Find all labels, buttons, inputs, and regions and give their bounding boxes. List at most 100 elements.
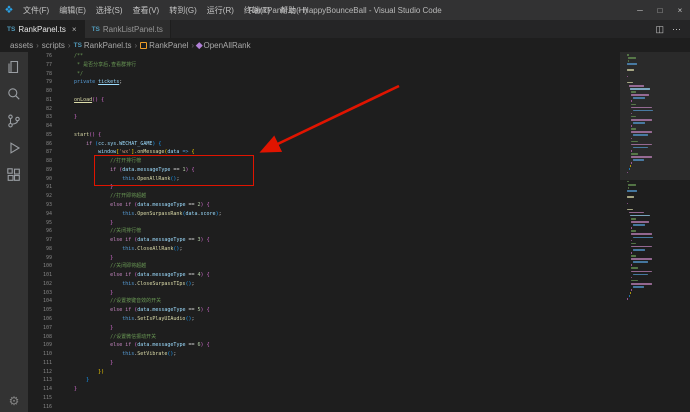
breadcrumb-class[interactable]: RankPanel	[140, 41, 188, 50]
breadcrumb-scripts[interactable]: scripts	[42, 41, 65, 50]
code-line[interactable]: 89 if (data.messageType == 1) {	[28, 166, 620, 175]
breadcrumb-method[interactable]: OpenAllRank	[196, 41, 251, 50]
code-line[interactable]: 86 if (cc.sys.WECHAT_GAME) {	[28, 140, 620, 149]
code-line[interactable]: 93 else if (data.messageType == 2) {	[28, 201, 620, 210]
explorer-icon[interactable]	[2, 55, 26, 79]
line-number: 109	[42, 342, 52, 349]
code-line[interactable]: 114 }	[28, 385, 620, 394]
window-title: RankPanel.ts - HappyBounceBall - Visual …	[248, 5, 442, 15]
menu-file[interactable]: 文件(F)	[18, 5, 54, 16]
code-line[interactable]: 100 //关闭即将超越	[28, 262, 620, 271]
code-line[interactable]: 88 //打开排行榜	[28, 157, 620, 166]
code-line[interactable]: 81 onLoad() {	[28, 96, 620, 105]
code-line[interactable]: 87 window['wx'].onMessage(data => {	[28, 148, 620, 157]
window-controls: ─ □ ×	[630, 0, 690, 20]
line-number: 76	[45, 53, 52, 59]
close-window-button[interactable]: ×	[670, 0, 690, 20]
code-line[interactable]: 101 else if (data.messageType == 4) {	[28, 271, 620, 280]
maximize-button[interactable]: □	[650, 0, 670, 20]
code-line[interactable]: 91 }	[28, 183, 620, 192]
split-editor-icon[interactable]: ◫	[655, 24, 664, 35]
line-number: 105	[42, 307, 52, 314]
code-line[interactable]: 108 //设置微信振动开关	[28, 333, 620, 342]
breadcrumb-separator: ›	[134, 40, 138, 50]
breadcrumb: assets › scripts › TS RankPanel.ts › Ran…	[0, 38, 690, 52]
code-line[interactable]: 79 private tickets;	[28, 78, 620, 87]
line-number: 116	[42, 403, 52, 410]
code-line[interactable]: 96 //关闭排行榜	[28, 227, 620, 236]
line-number: 79	[45, 79, 52, 86]
code-line[interactable]: 85 start() {	[28, 131, 620, 140]
code-line[interactable]: 98 this.CloseAllRank();	[28, 245, 620, 254]
window-titlebar: ❖ 文件(F) 编辑(E) 选择(S) 查看(V) 转到(G) 运行(R) 终端…	[0, 0, 690, 20]
code-line[interactable]: 94 this.OpenSurpassRank(data.score);	[28, 210, 620, 219]
line-number: 102	[42, 280, 52, 287]
code-line[interactable]: 90 this.OpenAllRank();	[28, 175, 620, 184]
close-tab-icon[interactable]: ×	[72, 25, 77, 34]
run-debug-icon[interactable]	[2, 136, 26, 160]
code-line[interactable]: 76 /**	[28, 52, 620, 61]
code-line[interactable]: 97 else if (data.messageType == 3) {	[28, 236, 620, 245]
code-line[interactable]: 102 this.CloseSurpassTIps();	[28, 280, 620, 289]
minimap[interactable]	[620, 52, 690, 412]
line-number: 107	[42, 324, 52, 331]
code-line[interactable]: 80	[28, 87, 620, 96]
menu-edit[interactable]: 编辑(E)	[54, 5, 91, 16]
method-symbol-icon	[196, 41, 203, 49]
extensions-icon[interactable]	[2, 163, 26, 187]
code-line[interactable]: 109 else if (data.messageType == 6) {	[28, 341, 620, 350]
code-line[interactable]: 92 //打开即将超越	[28, 192, 620, 201]
code-line[interactable]: 111 }	[28, 359, 620, 368]
line-number: 83	[45, 114, 52, 121]
code-line[interactable]: 78 */	[28, 70, 620, 79]
code-line[interactable]: 110 this.SetVibrate();	[28, 350, 620, 359]
settings-gear-icon[interactable]: ⚙	[9, 394, 20, 408]
code-area: 76 /** 77 * 是否分享后,查看群排行 78 */79 private ti…	[28, 52, 620, 411]
code-line[interactable]: 95 }	[28, 219, 620, 228]
line-number: 89	[45, 166, 52, 173]
line-number: 85	[45, 131, 52, 138]
source-control-icon[interactable]	[2, 109, 26, 133]
tab-ranklistpanel[interactable]: TS RankListPanel.ts	[84, 20, 171, 38]
more-actions-icon[interactable]: ⋯	[672, 24, 681, 35]
menu-run[interactable]: 运行(R)	[202, 5, 239, 16]
typescript-file-icon: TS	[91, 25, 100, 33]
code-line[interactable]: 77 * 是否分享后,查看群排行	[28, 61, 620, 70]
code-line[interactable]: 83 }	[28, 113, 620, 122]
code-line[interactable]: 115	[28, 394, 620, 403]
line-number: 95	[45, 219, 52, 226]
line-number: 113	[42, 377, 52, 384]
line-number: 111	[42, 359, 52, 366]
code-line[interactable]: 116	[28, 403, 620, 412]
code-line[interactable]: 113 }	[28, 376, 620, 385]
code-line[interactable]: 105 else if (data.messageType == 5) {	[28, 306, 620, 315]
line-number: 115	[42, 394, 52, 401]
line-number: 100	[42, 263, 52, 270]
code-line[interactable]: 103 }	[28, 289, 620, 298]
minimize-button[interactable]: ─	[630, 0, 650, 20]
editor-actions: ◫ ⋯	[655, 20, 690, 38]
typescript-file-icon: TS	[7, 25, 16, 33]
menu-go[interactable]: 转到(G)	[164, 5, 202, 16]
code-line[interactable]: 84	[28, 122, 620, 131]
code-line[interactable]: 104 //设置按键音效的开关	[28, 297, 620, 306]
breadcrumb-file[interactable]: TS RankPanel.ts	[74, 41, 132, 50]
code-line[interactable]: 107 }	[28, 324, 620, 333]
breadcrumb-assets[interactable]: assets	[10, 41, 33, 50]
menu-view[interactable]: 查看(V)	[128, 5, 165, 16]
search-icon[interactable]	[2, 82, 26, 106]
code-line[interactable]: 99 }	[28, 254, 620, 263]
line-number: 96	[45, 228, 52, 235]
code-editor[interactable]: 76 /** 77 * 是否分享后,查看群排行 78 */79 private ti…	[28, 52, 620, 412]
line-number: 80	[45, 88, 52, 95]
code-line[interactable]: 106 this.SetIsPlayUIAudio();	[28, 315, 620, 324]
menu-selection[interactable]: 选择(S)	[91, 5, 128, 16]
line-number: 99	[45, 254, 52, 261]
line-number: 94	[45, 210, 52, 217]
code-line[interactable]: 112 })	[28, 368, 620, 377]
tab-rankpanel[interactable]: TS RankPanel.ts ×	[0, 20, 85, 38]
line-number: 81	[45, 96, 52, 103]
breadcrumb-separator: ›	[191, 40, 194, 50]
line-number: 82	[45, 105, 52, 112]
code-line[interactable]: 82	[28, 105, 620, 114]
